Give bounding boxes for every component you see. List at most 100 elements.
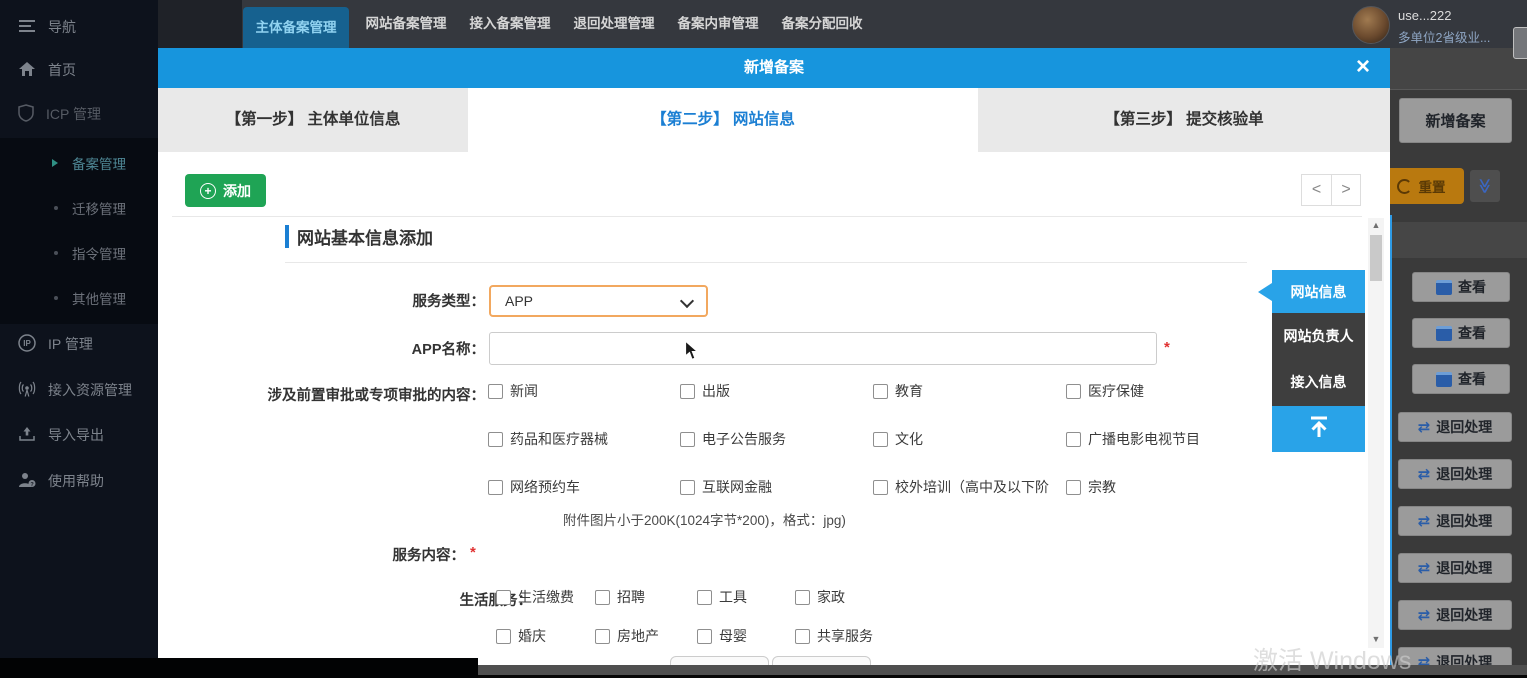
sidebar-item-other-mgmt[interactable]: 其他管理 [0,276,158,320]
home-icon [18,61,36,80]
scrollbar-track[interactable] [1368,218,1384,648]
back-to-top-button[interactable] [1272,406,1365,452]
tab-step1-subject-info[interactable]: 【第一步】 主体单位信息 [158,88,468,152]
divider [172,216,1362,217]
checkbox-icon[interactable] [697,590,712,605]
prev-page-button[interactable]: < [1301,174,1331,206]
checkbox-icon[interactable] [488,480,503,495]
checkbox-icon[interactable] [873,432,888,447]
user-avatar[interactable] [1352,6,1390,44]
tab-step2-website-info[interactable]: 【第二步】 网站信息 [468,88,978,152]
return-process-button[interactable]: ⇄ 退回处理 [1398,506,1512,536]
checkbox-education[interactable]: 教育 [873,382,923,400]
return-process-button[interactable]: ⇄ 退回处理 [1398,553,1512,583]
sidebar-item-directive-mgmt[interactable]: 指令管理 [0,231,158,275]
checkbox-real-estate[interactable]: 房地产 [595,627,659,645]
checkbox-mother-baby[interactable]: 母婴 [697,627,747,645]
checkbox-icon[interactable] [680,432,695,447]
checkbox-utility-payment[interactable]: 生活缴费 [496,588,574,606]
checkbox-internet-finance[interactable]: 互联网金融 [680,478,772,496]
checkbox-broadcast[interactable]: 广播电影电视节目 [1066,430,1200,448]
checkbox-wedding[interactable]: 婚庆 [496,627,546,645]
checkbox-icon[interactable] [680,384,695,399]
sidebar-item-icp[interactable]: ICP 管理 [0,92,158,136]
sidebar-item-access-resource[interactable]: 接入资源管理 [0,368,158,412]
checkbox-icon[interactable] [680,480,695,495]
checkbox-publishing[interactable]: 出版 [680,382,730,400]
sidebar-item-label: 使用帮助 [48,471,104,491]
anchor-website-contact[interactable]: 网站负责人 [1272,313,1365,358]
sidebar-item-help[interactable]: ? 使用帮助 [0,459,158,503]
chevron-down-icon [680,294,694,308]
view-button[interactable]: 查看 [1412,272,1510,302]
view-button[interactable]: 查看 [1412,364,1510,394]
checkbox-bbs[interactable]: 电子公告服务 [680,430,786,448]
checkbox-religion[interactable]: 宗教 [1066,478,1116,496]
checkbox-icon[interactable] [1066,384,1081,399]
close-icon[interactable]: × [1350,48,1376,88]
checkbox-housekeeping[interactable]: 家政 [795,588,845,606]
checkbox-sharing-service[interactable]: 共享服务 [795,627,873,645]
sidebar-item-nav-toggle[interactable]: 导航 [0,5,158,49]
checkbox-icon[interactable] [496,590,511,605]
checkbox-news[interactable]: 新闻 [488,382,538,400]
service-type-select[interactable]: APP [489,285,708,317]
topnav-tab-subject-filing[interactable]: 主体备案管理 [243,7,349,48]
antenna-icon [18,381,36,400]
scrollbar-up-icon[interactable]: ▲ [1368,218,1384,232]
expand-button[interactable]: ≫ [1470,170,1500,202]
sidebar-item-import-export[interactable]: 导入导出 [0,413,158,457]
sidebar-item-home[interactable]: 首页 [0,48,158,92]
anchor-pointer-icon [1258,283,1272,301]
checkbox-icon[interactable] [595,629,610,644]
return-process-button[interactable]: ⇄ 退回处理 [1398,412,1512,442]
checkbox-recruitment[interactable]: 招聘 [595,588,645,606]
card-icon [1436,280,1452,295]
sidebar-item-ip-mgmt[interactable]: IP IP 管理 [0,322,158,366]
checkbox-icon[interactable] [873,480,888,495]
checkbox-label: 生活缴费 [518,587,574,607]
reset-button[interactable]: 重置 [1378,168,1464,204]
anchor-access-info[interactable]: 接入信息 [1272,358,1365,406]
sidebar-item-filing-mgmt[interactable]: 备案管理 [0,141,158,185]
checkbox-label: 房地产 [617,626,659,646]
checkbox-tools[interactable]: 工具 [697,588,747,606]
topnav-tab-internal-review[interactable]: 备案内审管理 [666,0,770,48]
checkbox-icon[interactable] [1066,432,1081,447]
add-button[interactable]: + 添加 [185,174,266,207]
checkbox-icon[interactable] [496,629,511,644]
checkbox-pharma[interactable]: 药品和医疗器械 [488,430,608,448]
collapsed-panel-button[interactable] [1513,27,1527,59]
checkbox-icon[interactable] [697,629,712,644]
checkbox-label: 母婴 [719,626,747,646]
anchor-website-info[interactable]: 网站信息 [1272,270,1365,313]
checkbox-icon[interactable] [488,432,503,447]
view-button[interactable]: 查看 [1412,318,1510,348]
scrollbar-thumb[interactable] [1370,235,1382,281]
return-process-button[interactable]: ⇄ 退回处理 [1398,600,1512,630]
checkbox-ride-hailing[interactable]: 网络预约车 [488,478,580,496]
topnav-tab-website-filing[interactable]: 网站备案管理 [354,0,458,48]
checkbox-icon[interactable] [795,590,810,605]
add-filing-button[interactable]: 新增备案 [1399,98,1512,143]
checkbox-icon[interactable] [873,384,888,399]
tab-step3-submit-verification[interactable]: 【第三步】 提交核验单 [978,88,1390,152]
return-process-button[interactable]: ⇄ 退回处理 [1398,459,1512,489]
topnav-tab-filing-allocation[interactable]: 备案分配回收 [770,0,874,48]
app-name-input[interactable] [489,332,1157,365]
topnav-tab-return-processing[interactable]: 退回处理管理 [562,0,666,48]
sidebar-item-migration-mgmt[interactable]: 迁移管理 [0,186,158,230]
checkbox-off-campus-training[interactable]: 校外培训（高中及以下阶 [873,478,1049,496]
checkbox-icon[interactable] [1066,480,1081,495]
topnav-tab-access-filing[interactable]: 接入备案管理 [458,0,562,48]
checkbox-icon[interactable] [795,629,810,644]
card-icon [1436,372,1452,387]
checkbox-healthcare[interactable]: 医疗保健 [1066,382,1144,400]
checkbox-icon[interactable] [488,384,503,399]
checkbox-icon[interactable] [595,590,610,605]
checkbox-culture[interactable]: 文化 [873,430,923,448]
checkbox-label: 电子公告服务 [702,429,786,449]
new-filing-modal: 新增备案 × 【第一步】 主体单位信息 【第二步】 网站信息 【第三步】 提交核… [158,48,1390,678]
loop-arrows-icon: ⇄ [1418,420,1431,435]
next-page-button[interactable]: > [1331,174,1361,206]
